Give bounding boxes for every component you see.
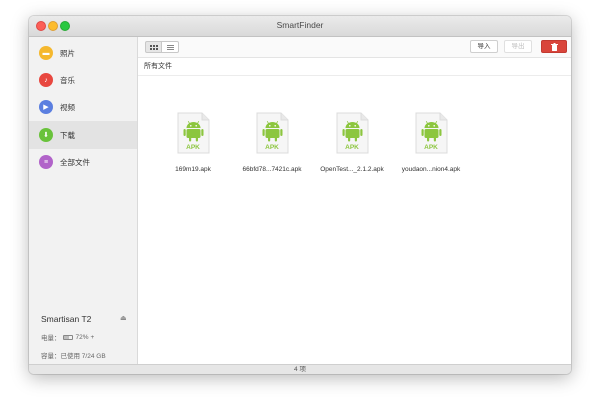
apk-file-icon: APK xyxy=(336,112,369,154)
list-view-button[interactable] xyxy=(162,41,179,53)
apk-file-icon: APK xyxy=(177,112,210,154)
file-name: youdaon...nion4.apk xyxy=(401,166,461,173)
battery-label: 电量： xyxy=(41,335,61,342)
photo-icon: ▬ xyxy=(39,46,53,60)
device-info: Smartisan T2 ⏏ 电量： 72% + 容量：已使用 7/24 GB xyxy=(41,314,131,360)
grid-icon xyxy=(149,44,158,50)
storage-status: 容量：已使用 7/24 GB xyxy=(41,353,106,360)
music-icon: ♪ xyxy=(39,73,53,87)
battery-fill xyxy=(63,335,70,339)
sidebar-item-all-files[interactable]: ≡ 全部文件 xyxy=(29,149,137,175)
file-item[interactable]: APK OpenTest..._2.1.2.apk xyxy=(312,112,392,173)
export-button[interactable]: 导出 xyxy=(504,40,532,53)
breadcrumb[interactable]: 所有文件 xyxy=(138,58,571,76)
eject-icon[interactable]: ⏏ xyxy=(120,314,127,322)
sidebar-item-label: 音乐 xyxy=(60,75,75,85)
apk-badge: APK xyxy=(186,144,200,151)
sidebar-item-label: 下载 xyxy=(60,130,75,140)
file-item[interactable]: APK youdaon...nion4.apk xyxy=(391,112,471,173)
apk-badge: APK xyxy=(265,144,279,151)
sidebar-item-label: 视频 xyxy=(60,102,75,112)
list-icon xyxy=(166,44,174,51)
sidebar-item-music[interactable]: ♪ 音乐 xyxy=(29,67,137,93)
toolbar: 导入 导出 xyxy=(138,37,571,58)
battery-percent: 72% xyxy=(75,333,89,341)
status-bar: 4 项 xyxy=(29,364,571,374)
sidebar-item-downloads[interactable]: ⬇ 下载 xyxy=(29,121,137,149)
title-bar[interactable]: SmartFinder xyxy=(29,16,571,37)
sidebar-item-label: 全部文件 xyxy=(60,157,90,167)
file-item[interactable]: APK 66bfd78...7421c.apk xyxy=(232,112,312,173)
file-name: 169m19.apk xyxy=(175,166,211,173)
files-icon: ≡ xyxy=(39,155,53,169)
import-button[interactable]: 导入 xyxy=(470,40,498,53)
battery-icon xyxy=(62,334,73,340)
file-item[interactable]: APK 169m19.apk xyxy=(153,112,233,173)
item-count: 4 项 xyxy=(294,366,306,373)
smartfinder-window: SmartFinder ▬ 照片 ♪ 音乐 ▶ 视频 ⬇ 下载 ≡ 全部文件 S… xyxy=(29,16,571,374)
apk-badge: APK xyxy=(345,144,359,151)
main-panel: 导入 导出 所有文件 APK 169m19.apk APK 66bfd78...742… xyxy=(138,37,571,364)
sidebar-item-photos[interactable]: ▬ 照片 xyxy=(29,40,137,66)
video-icon: ▶ xyxy=(39,100,53,114)
window-title: SmartFinder xyxy=(276,20,324,30)
file-name: 66bfd78...7421c.apk xyxy=(242,166,302,173)
grid-view-button[interactable] xyxy=(145,41,162,53)
sidebar: ▬ 照片 ♪ 音乐 ▶ 视频 ⬇ 下载 ≡ 全部文件 Smartisan T2 … xyxy=(29,37,138,364)
file-name: OpenTest..._2.1.2.apk xyxy=(320,166,384,173)
sidebar-item-videos[interactable]: ▶ 视频 xyxy=(29,94,137,120)
apk-badge: APK xyxy=(424,144,438,151)
charging-icon: + xyxy=(90,333,95,341)
apk-file-icon: APK xyxy=(415,112,448,154)
apk-file-icon: APK xyxy=(256,112,289,154)
trash-icon xyxy=(550,43,558,51)
battery-status: 电量： 72% + xyxy=(41,332,131,343)
device-name: Smartisan T2 xyxy=(41,314,92,324)
delete-button[interactable] xyxy=(541,40,567,53)
sidebar-item-label: 照片 xyxy=(60,48,75,58)
download-icon: ⬇ xyxy=(39,128,53,142)
